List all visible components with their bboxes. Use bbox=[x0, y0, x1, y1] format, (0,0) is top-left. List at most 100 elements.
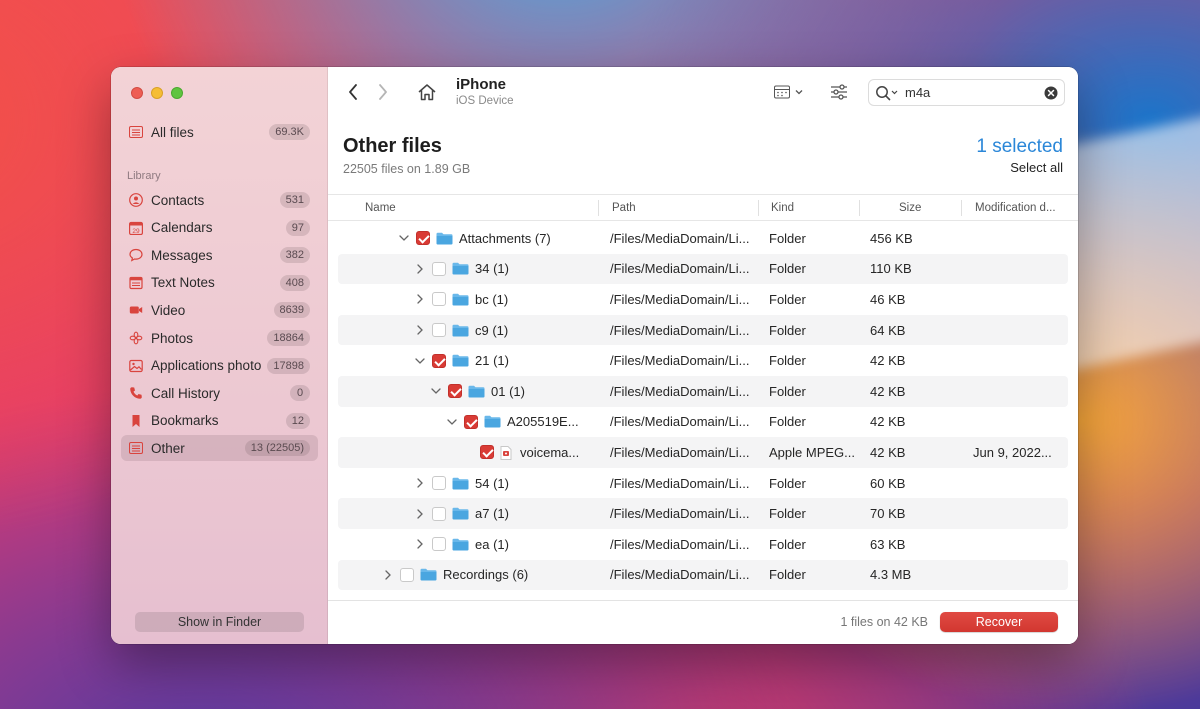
device-subtitle: iOS Device bbox=[456, 95, 514, 107]
folder-icon bbox=[452, 538, 469, 551]
minimize-window-button[interactable] bbox=[151, 87, 163, 99]
sidebar-item-label: Other bbox=[151, 440, 185, 456]
table-row[interactable]: 21 (1) /Files/MediaDomain/Li... Folder 42 K… bbox=[338, 345, 1068, 376]
selected-count[interactable]: 1 selected bbox=[976, 136, 1063, 158]
select-all-button[interactable]: Select all bbox=[1010, 160, 1063, 175]
forward-button[interactable] bbox=[373, 81, 393, 103]
table-row[interactable]: a7 (1) /Files/MediaDomain/Li... Folder 70 K… bbox=[338, 498, 1068, 529]
table-row[interactable]: Attachments (7) /Files/MediaDomain/Li... F… bbox=[338, 223, 1068, 254]
file-size: 46 KB bbox=[870, 291, 906, 307]
file-path: /Files/MediaDomain/Li... bbox=[610, 567, 750, 583]
recover-button[interactable]: Recover bbox=[940, 612, 1058, 632]
view-options-button[interactable] bbox=[774, 82, 806, 102]
table-row[interactable]: 34 (1) /Files/MediaDomain/Li... Folder 110 … bbox=[338, 253, 1068, 285]
chevron-right-icon[interactable] bbox=[415, 325, 425, 335]
row-checkbox[interactable] bbox=[480, 445, 494, 460]
chevron-right-icon[interactable] bbox=[415, 508, 425, 519]
table-row[interactable]: voicema... /Files/MediaDomain/Li... Apple … bbox=[338, 437, 1068, 468]
chevron-down-icon[interactable] bbox=[447, 417, 457, 427]
back-button[interactable] bbox=[343, 81, 363, 103]
table-row[interactable]: A205519E... /Files/MediaDomain/Li... Folde… bbox=[338, 407, 1068, 438]
row-checkbox[interactable] bbox=[432, 261, 446, 276]
row-checkbox[interactable] bbox=[432, 292, 446, 307]
calendar-icon: 29 bbox=[129, 221, 143, 235]
file-size: 456 KB bbox=[870, 230, 913, 246]
filter-settings-button[interactable] bbox=[830, 82, 848, 102]
file-kind: Folder bbox=[769, 536, 806, 552]
table-row[interactable]: ea (1) /Files/MediaDomain/Li... Folder 63 K… bbox=[338, 529, 1068, 560]
row-checkbox[interactable] bbox=[432, 323, 446, 338]
file-kind: Folder bbox=[769, 506, 806, 522]
sidebar-item-video[interactable]: Video 8639 bbox=[121, 297, 318, 323]
sidebar-item-bookmarks[interactable]: Bookmarks 12 bbox=[121, 408, 318, 434]
column-header-size[interactable]: Size bbox=[899, 202, 921, 214]
sidebar-item-contacts[interactable]: Contacts 531 bbox=[121, 187, 318, 213]
sidebar-item-messages[interactable]: Messages 382 bbox=[121, 242, 318, 268]
file-size: 60 KB bbox=[870, 475, 906, 491]
row-checkbox[interactable] bbox=[448, 384, 462, 399]
table-row[interactable]: c9 (1) /Files/MediaDomain/Li... Folder 64 K… bbox=[338, 314, 1068, 346]
sidebar-item-text-notes[interactable]: Text Notes 408 bbox=[121, 270, 318, 296]
chevron-right-icon[interactable] bbox=[383, 570, 393, 580]
column-divider bbox=[758, 200, 759, 216]
table-row[interactable]: Recordings (6) /Files/MediaDomain/Li... Fo… bbox=[338, 559, 1068, 591]
sidebar-item-calendars[interactable]: 29 Calendars 97 bbox=[121, 215, 318, 241]
file-size: 110 KB bbox=[870, 261, 912, 277]
show-in-finder-button[interactable]: Show in Finder bbox=[135, 612, 304, 632]
row-checkbox[interactable] bbox=[432, 506, 446, 521]
search-input[interactable]: m4a bbox=[905, 85, 1044, 100]
file-name: voicema... bbox=[520, 444, 580, 460]
table-row[interactable]: bc (1) /Files/MediaDomain/Li... Folder 46 K… bbox=[338, 284, 1068, 315]
chevron-right-icon[interactable] bbox=[415, 294, 425, 305]
file-path: /Files/MediaDomain/Li... bbox=[610, 291, 750, 307]
row-checkbox[interactable] bbox=[416, 231, 430, 246]
file-name: Recordings (6) bbox=[443, 567, 529, 583]
column-header-kind[interactable]: Kind bbox=[771, 202, 794, 214]
sidebar-item-label: Photos bbox=[151, 330, 194, 346]
file-size: 64 KB bbox=[870, 322, 906, 338]
sidebar-item-applications-photo[interactable]: Applications photo 17898 bbox=[121, 353, 318, 379]
row-checkbox[interactable] bbox=[432, 537, 446, 552]
count-badge: 97 bbox=[285, 219, 310, 236]
chevron-right-icon[interactable] bbox=[415, 478, 425, 488]
row-checkbox[interactable] bbox=[464, 414, 478, 429]
sidebar-item-label: Call History bbox=[151, 385, 221, 401]
chevron-down-icon[interactable] bbox=[415, 356, 425, 366]
chevron-right-icon[interactable] bbox=[415, 264, 425, 274]
chevron-down-icon[interactable] bbox=[431, 386, 441, 396]
row-checkbox[interactable] bbox=[432, 476, 446, 491]
chevron-down-icon[interactable] bbox=[399, 233, 409, 243]
row-checkbox[interactable] bbox=[432, 353, 446, 368]
file-size: 42 KB bbox=[870, 353, 906, 369]
sidebar-item-photos[interactable]: Photos 18864 bbox=[121, 325, 318, 351]
column-header-path[interactable]: Path bbox=[612, 202, 636, 214]
sidebar-item-call-history[interactable]: Call History 0 bbox=[121, 380, 318, 406]
table-row[interactable]: 54 (1) /Files/MediaDomain/Li... Folder 60 K… bbox=[338, 468, 1068, 499]
file-modified: Jun 9, 2022... bbox=[973, 444, 1052, 460]
footer-bar: 1 files on 42 KB Recover bbox=[328, 600, 1078, 644]
count-badge: 17898 bbox=[267, 357, 310, 374]
home-button[interactable] bbox=[416, 81, 438, 103]
clear-search-icon[interactable] bbox=[1044, 86, 1058, 100]
table-row[interactable]: 01 (1) /Files/MediaDomain/Li... Folder 42 K… bbox=[338, 375, 1068, 407]
file-size: 4.3 MB bbox=[870, 567, 912, 583]
file-kind: Folder bbox=[769, 475, 806, 491]
other-icon bbox=[129, 441, 143, 455]
sidebar-item-other[interactable]: Other 13 (22505) bbox=[121, 435, 318, 462]
column-divider bbox=[859, 200, 860, 216]
count-badge: 18864 bbox=[267, 330, 310, 346]
zoom-window-button[interactable] bbox=[171, 87, 183, 99]
chevron-right-icon bbox=[379, 84, 387, 100]
chevron-right-icon[interactable] bbox=[415, 539, 425, 549]
column-header-name[interactable]: Name bbox=[365, 202, 396, 214]
sidebar-item-all-files[interactable]: All files 69.3K bbox=[121, 119, 318, 145]
app-photo-icon bbox=[129, 359, 143, 373]
row-checkbox[interactable] bbox=[400, 567, 414, 582]
file-kind: Folder bbox=[769, 322, 806, 338]
app-window: All files 69.3K Library Contacts 531 29 Cal… bbox=[111, 67, 1078, 644]
column-header-modified[interactable]: Modification d... bbox=[975, 202, 1056, 214]
file-path: /Files/MediaDomain/Li... bbox=[610, 506, 750, 522]
search-field[interactable]: m4a bbox=[868, 79, 1065, 106]
home-icon bbox=[418, 84, 436, 101]
close-window-button[interactable] bbox=[131, 87, 143, 99]
